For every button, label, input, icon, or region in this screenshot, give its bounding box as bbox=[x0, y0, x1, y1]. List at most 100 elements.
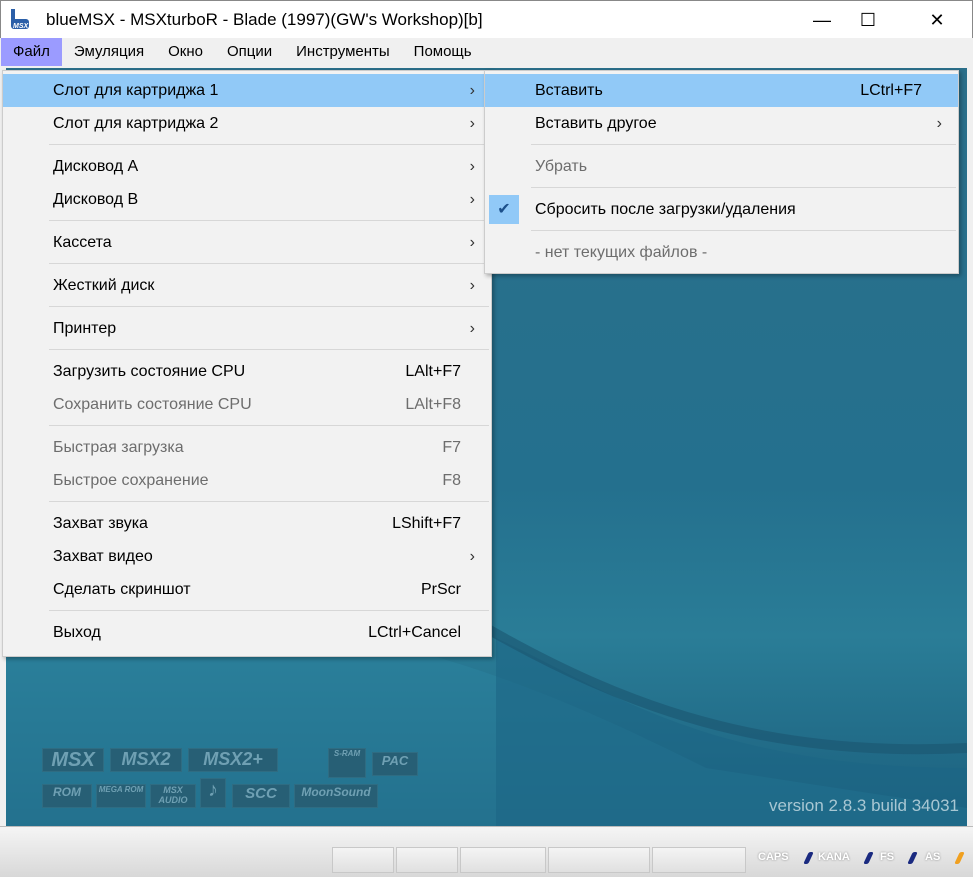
shortcut: LShift+F7 bbox=[392, 515, 461, 532]
shortcut: LCtrl+F7 bbox=[860, 82, 922, 99]
version-text: version 2.8.3 build 34031 bbox=[769, 796, 959, 815]
menu-item-load-cpu-state[interactable]: Загрузить состояние CPU LAlt+F7 bbox=[3, 355, 491, 388]
menu-item-quick-load: Быстрая загрузка F7 bbox=[3, 431, 491, 464]
msx2plus-logo: MSX2+ bbox=[188, 748, 278, 772]
label: Сбросить после загрузки/удаления bbox=[535, 201, 796, 218]
fs-led-icon bbox=[907, 852, 918, 864]
minimize-button[interactable]: — bbox=[799, 1, 845, 39]
submenu-arrow-icon: › bbox=[469, 548, 475, 565]
label: Слот для картриджа 2 bbox=[53, 115, 219, 132]
menu-separator bbox=[3, 302, 491, 312]
menu-item-exit[interactable]: Выход LCtrl+Cancel bbox=[3, 616, 491, 649]
status-panel bbox=[332, 847, 394, 873]
menu-item-remove: Убрать bbox=[485, 150, 958, 183]
menu-item-insert[interactable]: Вставить LCtrl+F7 bbox=[485, 74, 958, 107]
menu-item-screenshot[interactable]: Сделать скриншот PrScr bbox=[3, 573, 491, 606]
shortcut: F8 bbox=[442, 472, 461, 489]
menu-item-cartridge-slot-1[interactable]: Слот для картриджа 1 › bbox=[3, 74, 491, 107]
status-panel bbox=[460, 847, 546, 873]
sram-logo: S-RAM bbox=[328, 748, 366, 778]
label: Кассета bbox=[53, 234, 112, 251]
menu-item-video-capture[interactable]: Захват видео › bbox=[3, 540, 491, 573]
caps-indicator: CAPS bbox=[758, 851, 789, 863]
label: Вставить другое bbox=[535, 115, 657, 132]
menu-item-quick-save: Быстрое сохранение F8 bbox=[3, 464, 491, 497]
menu-options[interactable]: Опции bbox=[215, 38, 284, 66]
label: Захват видео bbox=[53, 548, 153, 565]
as-led-icon bbox=[954, 852, 965, 864]
label: Загрузить состояние CPU bbox=[53, 363, 246, 380]
msx2-logo: MSX2 bbox=[110, 748, 182, 772]
window-title: blueMSX - MSXturboR - Blade (1997)(GW's … bbox=[46, 10, 483, 29]
menu-separator bbox=[3, 140, 491, 150]
file-menu: Слот для картриджа 1 › Слот для картриджа… bbox=[2, 70, 492, 657]
label: Быстрая загрузка bbox=[53, 439, 184, 456]
menu-item-audio-capture[interactable]: Захват звука LShift+F7 bbox=[3, 507, 491, 540]
as-indicator: AS bbox=[925, 851, 941, 863]
menu-item-reset-after-insert-remove[interactable]: ✔ Сбросить после загрузки/удаления bbox=[485, 193, 958, 226]
menu-item-hard-disk[interactable]: Жесткий диск › bbox=[3, 269, 491, 302]
label: Выход bbox=[53, 624, 101, 641]
megarom-logo: MEGA ROM bbox=[96, 784, 146, 808]
msx-audio-logo: MSX AUDIO bbox=[150, 784, 196, 808]
submenu-arrow-icon: › bbox=[469, 277, 475, 294]
msx-logo: MSX bbox=[42, 748, 104, 772]
title-bar: MSX blueMSX - MSXturboR - Blade (1997)(G… bbox=[0, 0, 973, 38]
label: Вставить bbox=[535, 82, 603, 99]
svg-text:MSX: MSX bbox=[13, 23, 30, 30]
menu-item-insert-other[interactable]: Вставить другое › bbox=[485, 107, 958, 140]
kana-indicator: KANA bbox=[818, 851, 850, 863]
status-panel bbox=[396, 847, 458, 873]
scc-logo: SCC bbox=[232, 784, 290, 808]
label: Слот для картриджа 1 bbox=[53, 82, 219, 99]
menu-item-cartridge-slot-2[interactable]: Слот для картриджа 2 › bbox=[3, 107, 491, 140]
fs-indicator: FS bbox=[880, 851, 895, 863]
label: Принтер bbox=[53, 320, 117, 337]
submenu-arrow-icon: › bbox=[469, 234, 475, 251]
menu-item-cassette[interactable]: Кассета › bbox=[3, 226, 491, 259]
label: Дисковод B bbox=[53, 191, 139, 208]
label: Сделать скриншот bbox=[53, 581, 191, 598]
status-bar: CAPS KANA FS AS bbox=[0, 826, 973, 877]
bluemsx-app-icon: MSX bbox=[11, 9, 30, 30]
pac-logo: PAC bbox=[372, 752, 418, 776]
maximize-button[interactable]: ☐ bbox=[845, 1, 891, 39]
shortcut: LCtrl+Cancel bbox=[368, 624, 461, 641]
submenu-arrow-icon: › bbox=[936, 115, 942, 132]
shortcut: PrScr bbox=[421, 581, 461, 598]
label: Дисковод A bbox=[53, 158, 139, 175]
label: Убрать bbox=[535, 158, 588, 175]
menu-window[interactable]: Окно bbox=[156, 38, 215, 66]
kana-led-icon bbox=[863, 852, 874, 864]
music-logo: ♪ bbox=[200, 778, 226, 808]
menu-file[interactable]: Файл bbox=[1, 38, 62, 66]
menu-item-disk-a[interactable]: Дисковод A › bbox=[3, 150, 491, 183]
menu-separator bbox=[3, 259, 491, 269]
submenu-arrow-icon: › bbox=[469, 115, 475, 132]
menu-help[interactable]: Помощь bbox=[402, 38, 484, 66]
menu-item-disk-b[interactable]: Дисковод B › bbox=[3, 183, 491, 216]
label: Захват звука bbox=[53, 515, 148, 532]
label: Жесткий диск bbox=[53, 277, 155, 294]
checkmark-icon: ✔ bbox=[489, 195, 519, 224]
menu-separator bbox=[3, 216, 491, 226]
menu-item-no-recent-files: - нет текущих файлов - bbox=[485, 236, 958, 269]
menu-separator bbox=[3, 497, 491, 507]
submenu-arrow-icon: › bbox=[469, 191, 475, 208]
menu-separator bbox=[485, 226, 958, 236]
shortcut: LAlt+F8 bbox=[405, 396, 461, 413]
shortcut: LAlt+F7 bbox=[405, 363, 461, 380]
submenu-arrow-icon: › bbox=[469, 320, 475, 337]
menu-item-printer[interactable]: Принтер › bbox=[3, 312, 491, 345]
moonsound-logo: MoonSound bbox=[294, 784, 378, 808]
menu-emulation[interactable]: Эмуляция bbox=[62, 38, 156, 66]
close-button[interactable]: ✕ bbox=[914, 1, 960, 39]
menu-tools[interactable]: Инструменты bbox=[284, 38, 402, 66]
submenu-arrow-icon: › bbox=[469, 82, 475, 99]
submenu-arrow-icon: › bbox=[469, 158, 475, 175]
rom-logo: ROM bbox=[42, 784, 92, 808]
menu-item-save-cpu-state: Сохранить состояние CPU LAlt+F8 bbox=[3, 388, 491, 421]
menu-separator bbox=[3, 345, 491, 355]
label: Быстрое сохранение bbox=[53, 472, 209, 489]
cartridge-submenu: Вставить LCtrl+F7 Вставить другое › Убрать… bbox=[484, 70, 959, 274]
